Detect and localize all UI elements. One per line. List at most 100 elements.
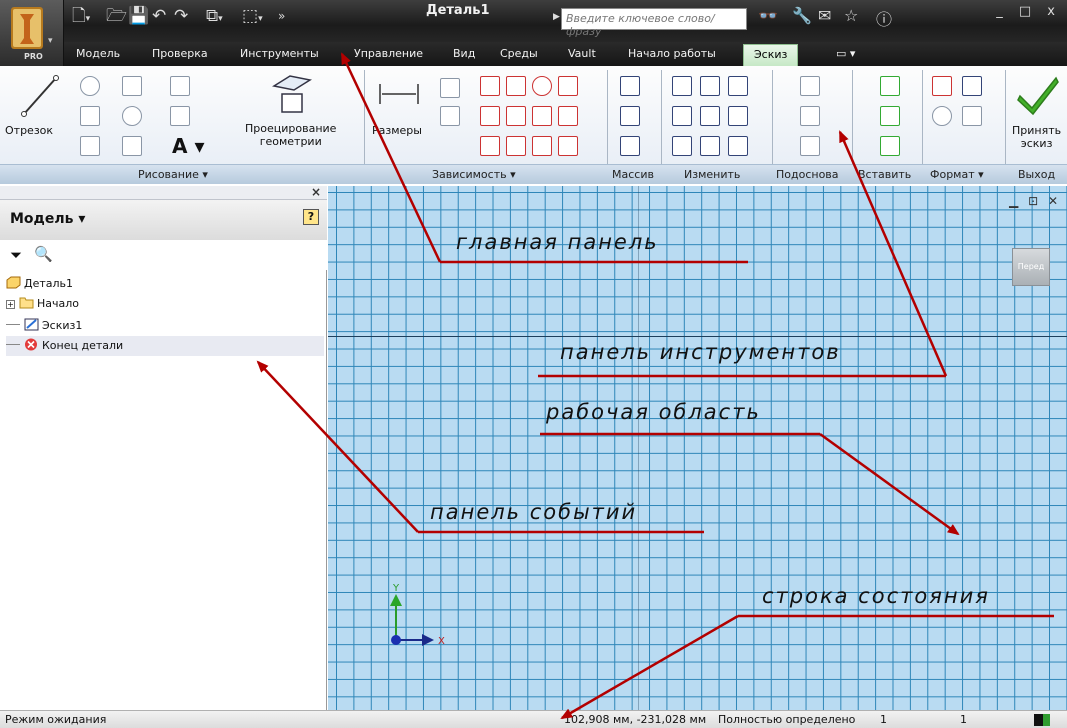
tools-icon[interactable]: 🔧	[792, 6, 812, 25]
horizontal-constraint-icon[interactable]	[532, 106, 552, 126]
parallel-constraint-icon[interactable]	[480, 106, 500, 126]
fillet-tool-icon[interactable]	[170, 76, 190, 96]
favorite-star-icon[interactable]: ☆	[844, 6, 858, 25]
panel-title-layout[interactable]: Подоснова	[776, 168, 839, 181]
browser-header: Модель ▾ ?	[0, 200, 327, 240]
rotate-icon[interactable]	[672, 136, 692, 156]
window-controls[interactable]: _ □ x	[996, 4, 1061, 19]
ribbon-display-icon[interactable]: ▭ ▾	[836, 47, 855, 60]
expand-icon[interactable]: +	[6, 300, 15, 309]
tab-manage[interactable]: Управление	[354, 47, 423, 60]
circle-tool-icon[interactable]	[80, 76, 100, 96]
create-block-icon[interactable]	[800, 136, 820, 156]
stretch-icon[interactable]	[728, 106, 748, 126]
search-expand-icon[interactable]: ▶	[553, 12, 560, 22]
insert-acad-icon[interactable]	[880, 136, 900, 156]
undo-icon[interactable]: ↶	[152, 5, 166, 27]
arc-tool-icon[interactable]	[80, 106, 100, 126]
scale-icon[interactable]	[728, 76, 748, 96]
split-icon[interactable]	[700, 136, 720, 156]
vertical-constraint-icon[interactable]	[558, 106, 578, 126]
edition-label: PRO	[24, 52, 43, 61]
browser-grip-bar[interactable]: ×	[0, 185, 327, 200]
redo-icon[interactable]: ↷	[174, 5, 188, 27]
graphics-workspace[interactable]: ▁ ⊡ ✕ Перед Y X	[328, 186, 1067, 710]
binoculars-icon[interactable]: 🔍	[34, 245, 53, 263]
panel-title-constraints[interactable]: Зависимость ▾	[432, 168, 516, 181]
equal-constraint-icon[interactable]	[558, 136, 578, 156]
project-geometry-button[interactable]: Проецирование геометрии	[245, 122, 336, 148]
filter-icon[interactable]: ⏷	[10, 246, 22, 264]
open-folder-icon[interactable]: 🗁	[106, 5, 127, 27]
rectangle-tool-icon[interactable]	[80, 136, 100, 156]
show-constraints-icon[interactable]	[440, 106, 460, 126]
tree-node-sketch[interactable]: Эскиз1	[6, 316, 324, 336]
select-icon[interactable]: ⬚▾	[242, 5, 263, 30]
tree-node-origin[interactable]: + Начало	[6, 294, 324, 314]
circular-pattern-icon[interactable]	[620, 106, 640, 126]
point-tool-icon[interactable]	[122, 136, 142, 156]
search-input[interactable]: Введите ключевое слово/фразу	[561, 8, 747, 38]
insert-points-icon[interactable]	[880, 106, 900, 126]
symmetric-constraint-icon[interactable]	[532, 136, 552, 156]
offset-icon[interactable]	[728, 136, 748, 156]
driven-dimension-icon[interactable]	[962, 106, 982, 126]
fix-constraint-icon[interactable]	[558, 76, 578, 96]
tab-environments[interactable]: Среды	[500, 47, 538, 60]
tab-sketch[interactable]: Эскиз	[743, 44, 799, 66]
communication-icon[interactable]: ✉	[818, 6, 831, 25]
insert-image-icon[interactable]	[880, 76, 900, 96]
auto-dimension-icon[interactable]	[440, 78, 460, 98]
collinear-constraint-icon[interactable]	[506, 136, 526, 156]
tree-node-end-of-part[interactable]: Конец детали	[6, 336, 324, 356]
extend-icon[interactable]	[700, 106, 720, 126]
ellipse-tool-icon[interactable]	[122, 106, 142, 126]
tab-inspect[interactable]: Проверка	[152, 47, 208, 60]
centerline-icon[interactable]	[962, 76, 982, 96]
help-icon[interactable]: ?	[303, 209, 319, 225]
panel-title-format[interactable]: Формат ▾	[930, 168, 984, 181]
save-icon[interactable]: 💾	[128, 5, 149, 27]
concentric-constraint-icon[interactable]	[532, 76, 552, 96]
overflow-icon[interactable]: »	[278, 5, 285, 27]
copy-icon[interactable]	[672, 106, 692, 126]
tree-node-part[interactable]: Деталь1	[6, 274, 324, 294]
new-file-icon[interactable]: 🗋▾	[72, 5, 90, 30]
trim-icon[interactable]	[700, 76, 720, 96]
tangent-constraint-icon[interactable]	[506, 106, 526, 126]
panel-title-exit[interactable]: Выход	[1018, 168, 1055, 181]
tab-get-started[interactable]: Начало работы	[628, 47, 716, 60]
move-icon[interactable]	[672, 76, 692, 96]
viewport-controls[interactable]: ▁ ⊡ ✕	[1009, 194, 1061, 208]
spline-tool-icon[interactable]	[122, 76, 142, 96]
polygon-tool-icon[interactable]	[170, 106, 190, 126]
tab-vault[interactable]: Vault	[568, 47, 596, 60]
perpendicular-constraint-icon[interactable]	[480, 76, 500, 96]
help-circle-icon[interactable]: ⓘ	[876, 6, 892, 30]
construction-line-icon[interactable]	[932, 76, 952, 96]
center-point-icon[interactable]	[932, 106, 952, 126]
view-cube[interactable]: Перед	[1012, 248, 1050, 286]
panel-title-modify[interactable]: Изменить	[684, 168, 740, 181]
browser-title[interactable]: Модель ▾	[10, 211, 85, 227]
smooth-constraint-icon[interactable]	[480, 136, 500, 156]
dimensions-button[interactable]: Размеры	[372, 124, 422, 137]
make-components-icon[interactable]	[800, 106, 820, 126]
tab-model[interactable]: Модель	[76, 47, 120, 60]
rectangular-pattern-icon[interactable]	[620, 76, 640, 96]
panel-title-insert[interactable]: Вставить	[858, 168, 911, 181]
tab-view[interactable]: Вид	[453, 47, 475, 60]
accept-sketch-button[interactable]: Принять эскиз	[1012, 124, 1061, 150]
text-tool-icon[interactable]: A ▾	[172, 134, 204, 158]
tab-tools[interactable]: Инструменты	[240, 47, 319, 60]
line-tool-button[interactable]: Отрезок	[5, 124, 53, 137]
binoculars-icon[interactable]: 👓	[758, 6, 778, 25]
panel-title-draw[interactable]: Рисование ▾	[138, 168, 208, 181]
mirror-icon[interactable]	[620, 136, 640, 156]
coincident-constraint-icon[interactable]	[506, 76, 526, 96]
make-part-icon[interactable]	[800, 76, 820, 96]
update-icon[interactable]: ⧉▾	[206, 5, 223, 30]
panel-title-pattern[interactable]: Массив	[612, 168, 654, 181]
application-menu-button[interactable]: ▾ PRO	[0, 0, 64, 66]
close-icon[interactable]: ×	[311, 185, 321, 199]
